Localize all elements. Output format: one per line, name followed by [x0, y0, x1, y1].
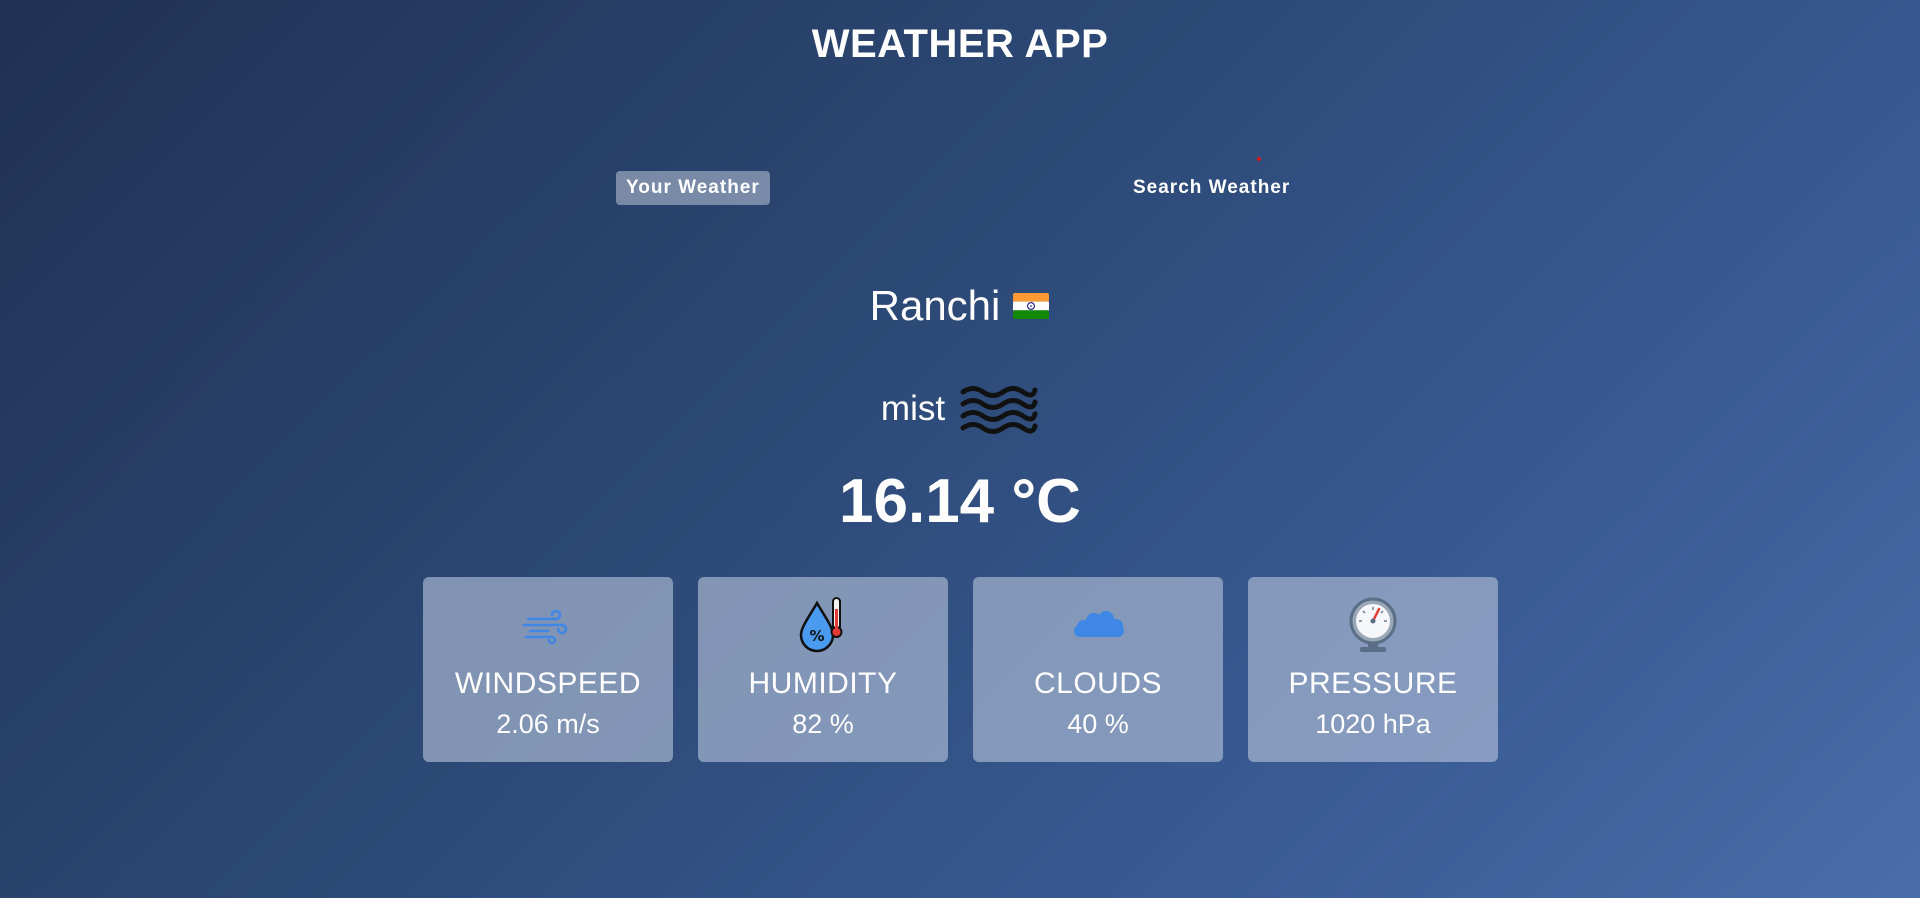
cursor-dot [1257, 157, 1261, 161]
card-clouds: CLOUDS 40 % [973, 577, 1223, 762]
tab-search-weather[interactable]: Search Weather [1123, 171, 1300, 205]
pressure-label: PRESSURE [1288, 667, 1458, 700]
india-flag-icon [1013, 293, 1050, 319]
humidity-label: HUMIDITY [748, 667, 898, 700]
humidity-icon: % [799, 597, 843, 653]
clouds-value: 40 % [1067, 709, 1129, 739]
windspeed-value: 2.06 m/s [496, 709, 600, 739]
card-pressure: PRESSURE 1020 hPa [1248, 577, 1498, 762]
weather-stats: WINDSPEED 2.06 m/s % HUMIDITY 82 % CLOUD… [423, 577, 1498, 762]
svg-text:%: % [809, 627, 824, 645]
card-windspeed: WINDSPEED 2.06 m/s [423, 577, 673, 762]
cloud-icon [1074, 611, 1124, 637]
card-humidity: % HUMIDITY 82 % [698, 577, 948, 762]
mist-icon [960, 386, 1038, 434]
humidity-value: 82 % [792, 709, 854, 739]
windspeed-label: WINDSPEED [454, 667, 642, 700]
city-name: Ranchi [869, 282, 1001, 329]
pressure-value: 1020 hPa [1315, 709, 1431, 739]
app-title: WEATHER APP [811, 22, 1109, 66]
tab-your-weather[interactable]: Your Weather [616, 171, 770, 205]
clouds-label: CLOUDS [1033, 667, 1163, 700]
location-row: Ranchi [0, 282, 1920, 330]
pressure-gauge-icon [1349, 597, 1397, 652]
weather-description: mist [880, 389, 946, 428]
temperature: 16.14 °C [839, 467, 1081, 536]
description-row: mist [0, 382, 1920, 436]
wind-icon [522, 609, 568, 645]
